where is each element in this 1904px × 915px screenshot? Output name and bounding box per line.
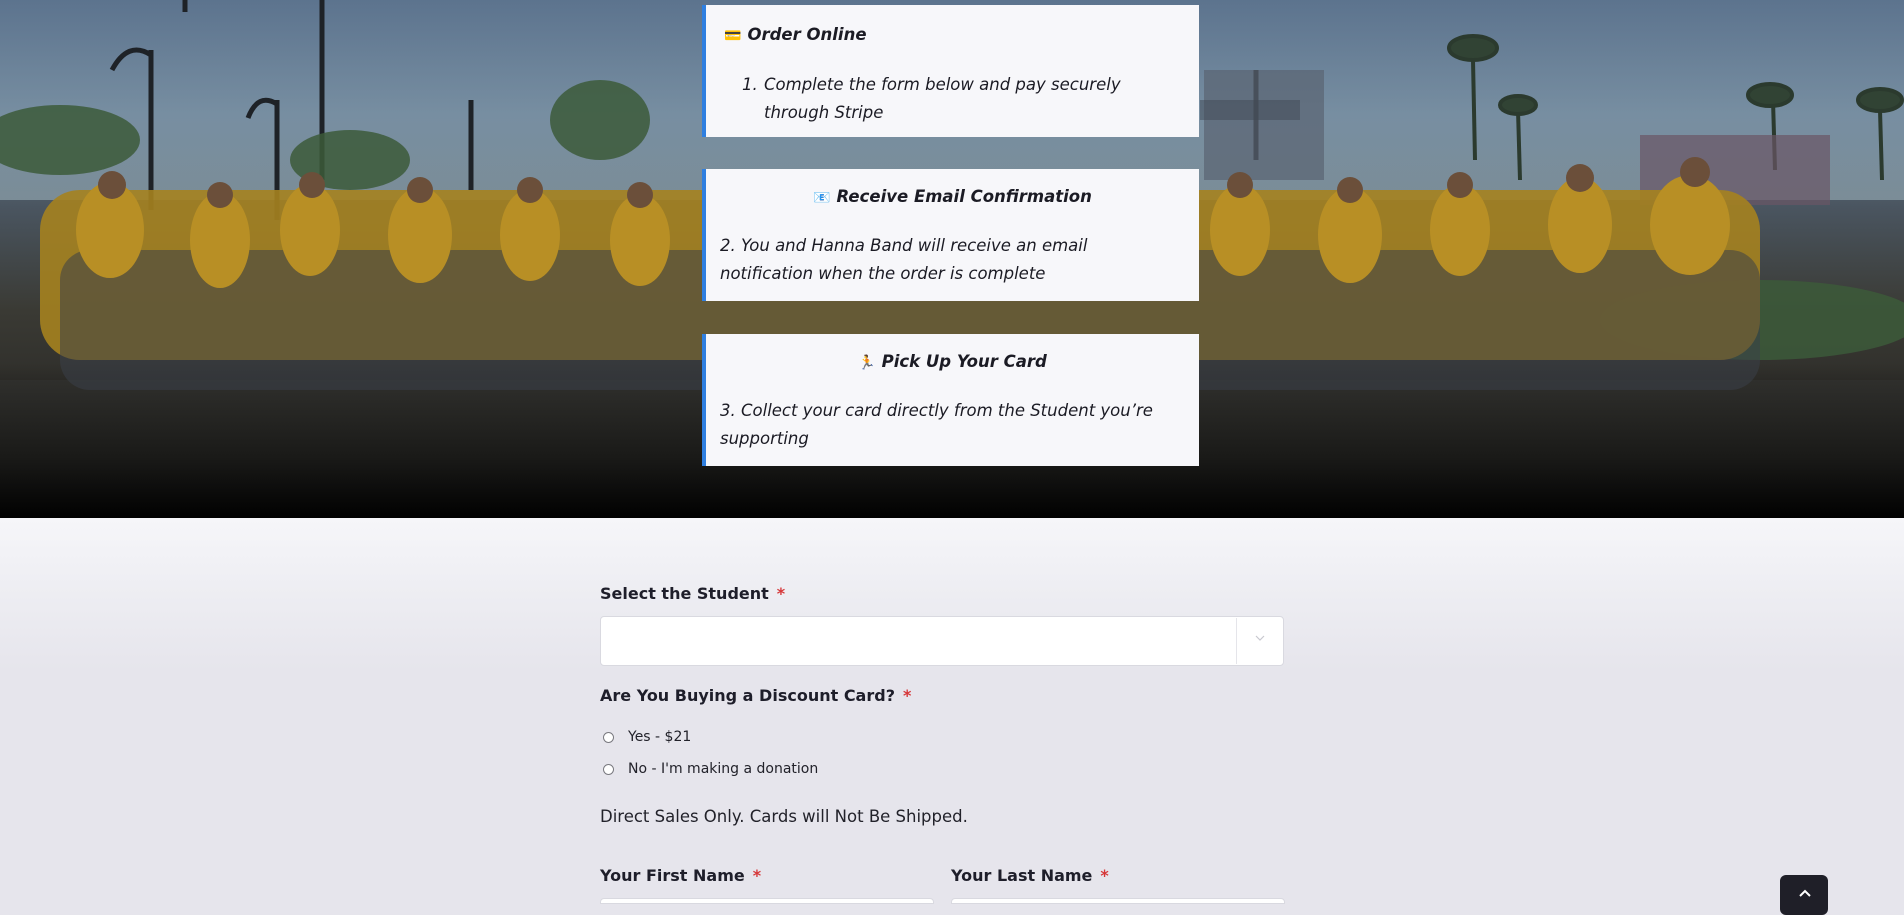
required-mark: * bbox=[752, 866, 762, 885]
email-icon: 📧 bbox=[813, 190, 831, 206]
step-title: Pick Up Your Card bbox=[881, 352, 1047, 371]
step-number: 3. bbox=[720, 401, 736, 420]
first-name-label: Your First Name * bbox=[600, 866, 762, 885]
discount-field-label: Are You Buying a Discount Card? * bbox=[600, 686, 912, 705]
radio-option-yes[interactable]: Yes - $21 bbox=[603, 729, 691, 745]
credit-card-icon: 💳 bbox=[724, 28, 742, 44]
runner-icon: 🏃 bbox=[858, 355, 876, 371]
last-name-label: Your Last Name * bbox=[951, 866, 1109, 885]
step-text: You and Hanna Band will receive an email… bbox=[720, 236, 1088, 283]
shipping-note: Direct Sales Only. Cards will Not Be Shi… bbox=[600, 807, 968, 826]
radio-option-no[interactable]: No - I'm making a donation bbox=[603, 761, 818, 777]
required-mark: * bbox=[1100, 866, 1109, 885]
student-select[interactable] bbox=[600, 616, 1284, 666]
step-title: Order Online bbox=[747, 25, 867, 44]
step-card-email-confirmation: 📧 Receive Email Confirmation 2. You and H… bbox=[702, 169, 1199, 301]
chevron-up-icon bbox=[1799, 889, 1811, 897]
back-to-top-button[interactable] bbox=[1780, 875, 1828, 915]
step-text: Complete the form below and pay securely… bbox=[764, 75, 1121, 122]
form-section bbox=[0, 518, 1904, 902]
step-number: 1. bbox=[742, 75, 758, 94]
chevron-down-icon[interactable] bbox=[1253, 631, 1267, 645]
last-name-input[interactable] bbox=[951, 898, 1285, 904]
step-number: 2. bbox=[720, 236, 736, 255]
step-card-pick-up-card: 🏃 Pick Up Your Card 3. Collect your card … bbox=[702, 334, 1199, 466]
first-name-input[interactable] bbox=[600, 898, 934, 904]
required-mark: * bbox=[902, 686, 912, 705]
radio-no[interactable] bbox=[603, 763, 614, 775]
step-title: Receive Email Confirmation bbox=[836, 187, 1092, 206]
student-field-label: Select the Student * bbox=[600, 584, 786, 603]
step-card-order-online: 💳 Order Online 1. Complete the form below… bbox=[702, 5, 1199, 137]
required-mark: * bbox=[776, 584, 786, 603]
step-text: Collect your card directly from the Stud… bbox=[720, 401, 1153, 448]
radio-yes[interactable] bbox=[603, 731, 614, 743]
